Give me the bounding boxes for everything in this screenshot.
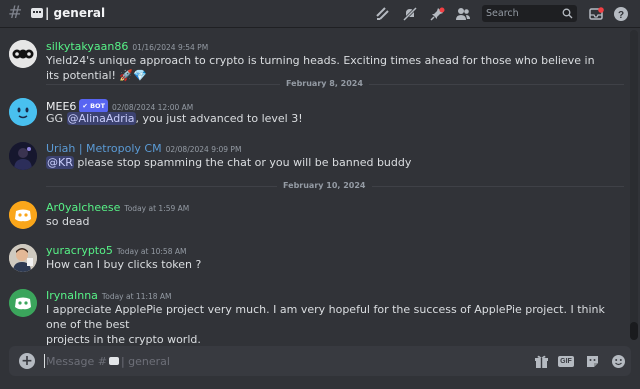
message-author[interactable]: Ar0yalcheese [46,201,120,214]
message-input[interactable]: Message # | general [46,355,170,368]
message-content: How can I buy clicks token ? [46,258,202,271]
threads-icon[interactable] [374,5,392,23]
help-icon[interactable]: ? [612,5,630,23]
scrollbar-thumb[interactable] [630,322,638,340]
avatar[interactable] [9,201,37,229]
gif-label: GIF [558,355,574,367]
date-divider-label: February 10, 2024 [277,181,372,190]
message-text-line: I appreciate ApplePie project very much.… [46,303,605,331]
add-attachment-button[interactable]: + [19,353,35,369]
message-author[interactable]: Uriah | Metropoly CM [46,142,162,155]
message-content: so dead [46,215,90,228]
placeholder-suffix: | general [120,355,170,368]
date-divider-label: February 8, 2024 [280,79,369,88]
members-icon[interactable] [454,5,472,23]
search-placeholder: Search [486,8,519,19]
speech-bubble-emoji-icon [108,357,119,365]
message-author[interactable]: yuracrypto5 [46,244,113,257]
search-icon [562,8,573,19]
message-timestamp: Today at 11:18 AM [101,292,172,301]
message-timestamp: Today at 10:58 AM [116,247,187,256]
gift-icon[interactable] [533,353,549,369]
message-author[interactable]: silkytakyaan86 [46,40,128,53]
text-caret [44,354,45,368]
message-composer[interactable]: + Message # | general GIF [9,346,631,376]
mute-bell-icon[interactable] [401,5,419,23]
avatar[interactable] [9,98,37,126]
scrollbar-track[interactable] [630,30,638,340]
avatar[interactable] [9,40,37,68]
svg-text:?: ? [618,10,624,21]
message-timestamp: 02/08/2024 9:09 PM [165,145,242,154]
message-text: GG [46,112,67,125]
message-text: , you just advanced to level 3! [135,112,303,125]
speech-bubble-emoji-icon [31,8,43,18]
user-mention[interactable]: @KR [46,156,74,169]
channel-header: # | general Search ? [0,0,640,28]
message-text: please stop spamming the chat or you wil… [73,156,412,169]
message-content: GG @AlinaAdria, you just advanced to lev… [46,111,606,126]
emoji-picker-icon[interactable] [610,353,626,369]
inbox-icon[interactable] [587,5,605,23]
avatar[interactable] [9,244,37,272]
channel-name: | general [45,6,106,20]
message-content: @KR please stop spamming the chat or you… [46,155,606,170]
message-timestamp: 01/16/2024 9:54 PM [132,43,209,52]
avatar[interactable] [9,142,37,170]
user-mention[interactable]: @AlinaAdria [66,112,136,125]
avatar[interactable] [9,289,37,317]
message-content: I appreciate ApplePie project very much.… [46,302,606,347]
channel-hash-icon: # [8,3,23,23]
gif-button[interactable]: GIF [558,353,574,369]
sticker-icon[interactable] [584,353,600,369]
placeholder-prefix: Message # [46,355,107,368]
message-timestamp: Today at 1:59 AM [124,204,190,213]
search-input[interactable]: Search [482,5,577,22]
message-text-line: projects in the crypto world. [46,333,201,346]
message-author[interactable]: IrynaInna [46,289,98,302]
pin-icon[interactable] [428,5,446,23]
